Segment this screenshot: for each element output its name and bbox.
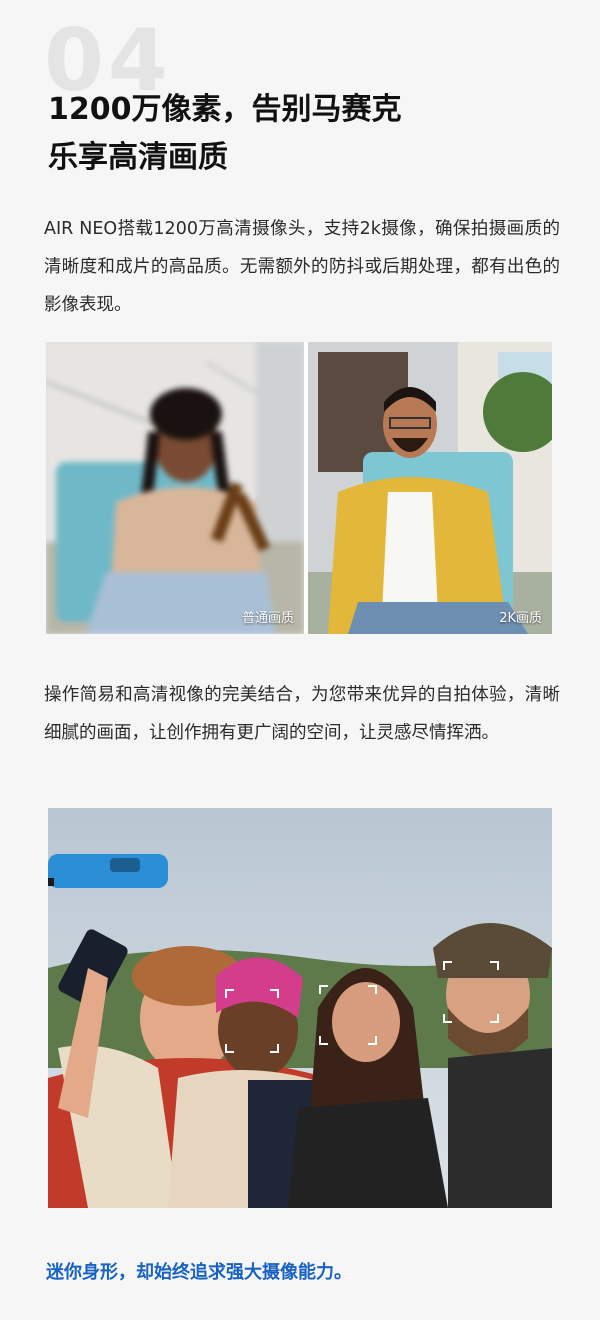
heading-line-2: 乐享高清画质: [48, 140, 228, 175]
intro-paragraph: AIR NEO搭载1200万高清摄像头，支持2k摄像，确保拍摄画质的清晰度和成片…: [44, 219, 560, 315]
experience-paragraph: 操作简易和高清视像的完美结合，为您带来优异的自拍体验，清晰细腻的画面，让创作拥有…: [44, 685, 560, 743]
2k-quality-photo: 2K画质: [308, 342, 552, 634]
quality-comparison-image: 普通画质 2K画质: [46, 342, 552, 634]
standard-quality-photo: 普通画质: [46, 342, 304, 634]
page-heading: 1200万像素，告别马赛克 乐享高清画质: [48, 86, 568, 182]
tagline: 迷你身形，却始终追求强大摄像能力。: [46, 1262, 352, 1283]
2k-quality-label: 2K画质: [499, 611, 542, 626]
drone-icon: [48, 854, 168, 888]
group-selfie-photo: [48, 808, 552, 1208]
standard-quality-label: 普通画质: [241, 611, 294, 626]
heading-line-1: 1200万像素，告别马赛克: [48, 92, 402, 127]
